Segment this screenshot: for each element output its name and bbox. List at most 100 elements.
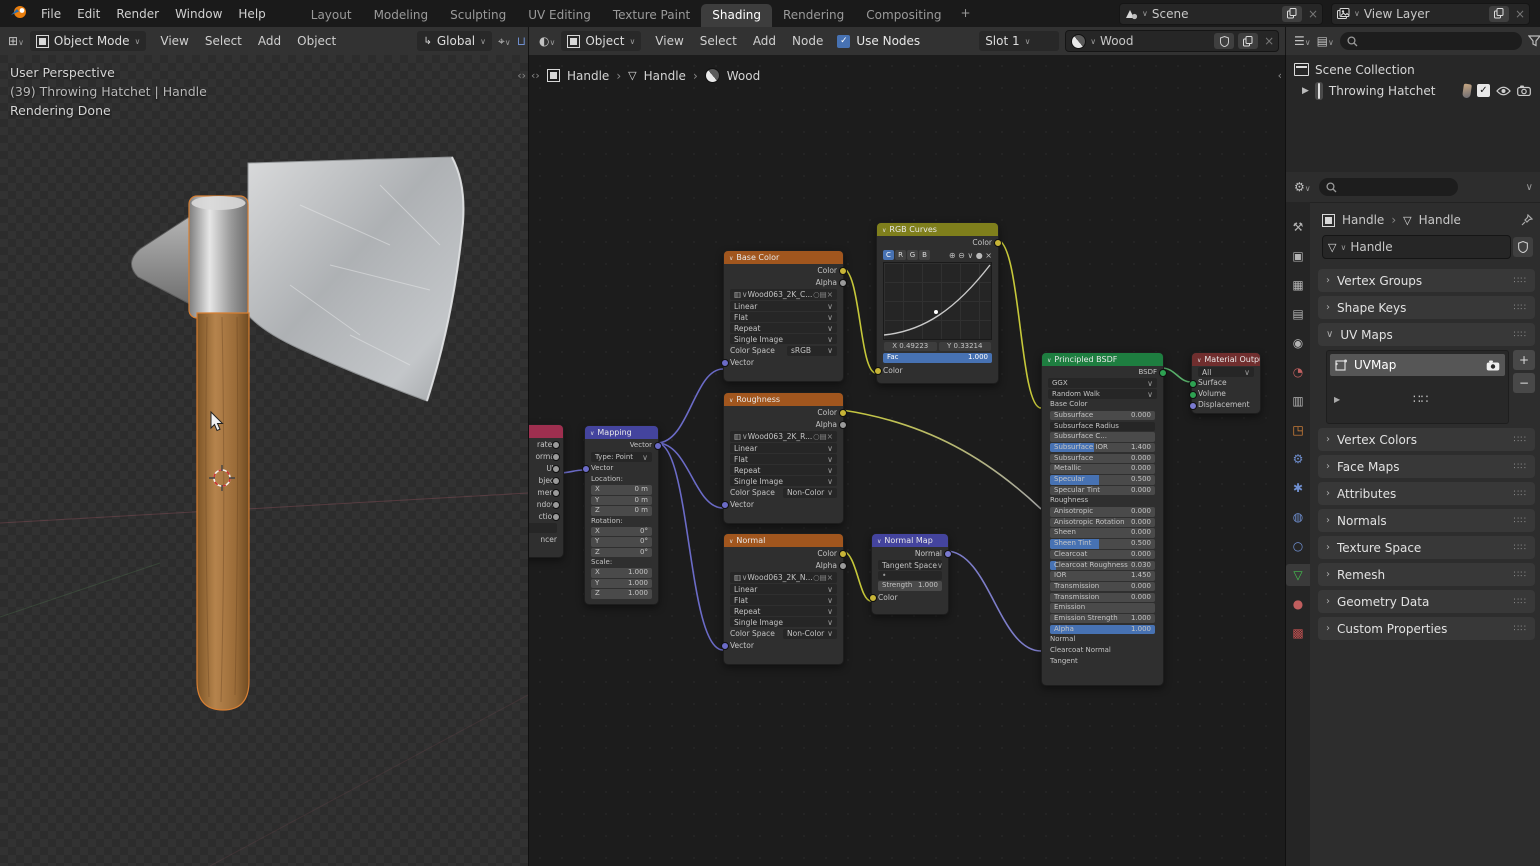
image-option-dropdown[interactable]: Single Image∨: [730, 334, 837, 344]
properties-panel[interactable]: ›Geometry Data∷∷: [1318, 590, 1535, 613]
mode-dropdown[interactable]: Object Mode∨: [30, 31, 146, 51]
properties-tab[interactable]: ⚒: [1286, 216, 1310, 238]
node-image-texture-normal[interactable]: ∨Normal Color Alpha ▥∨ Wood063_2K_N... ○…: [723, 533, 844, 665]
material-name[interactable]: Wood: [1100, 34, 1210, 48]
curve-tools-icons[interactable]: ⊕ ⊖ ∨ ● ×: [949, 250, 992, 261]
editor-type-3dviewport-icon[interactable]: ⊞∨: [8, 34, 24, 48]
blender-logo-icon[interactable]: [10, 5, 27, 22]
mapping-type-dropdown[interactable]: Type: Point∨: [591, 452, 652, 462]
properties-tab[interactable]: ✱: [1286, 477, 1310, 499]
location-field[interactable]: Z0 m: [591, 506, 652, 516]
properties-panel-uv-maps[interactable]: ∨UV Maps∷∷: [1318, 323, 1535, 346]
bsdf-input-row[interactable]: Clearcoat0.000: [1050, 550, 1155, 560]
properties-tab[interactable]: ◉: [1286, 332, 1310, 354]
output-input-row[interactable]: Surface: [1198, 378, 1254, 388]
fake-user-shield-button[interactable]: [1513, 237, 1533, 257]
rotation-field[interactable]: Z0°: [591, 548, 652, 558]
collection-name[interactable]: Throwing Hatchet: [1329, 84, 1457, 98]
node-principled-bsdf[interactable]: ∨Principled BSDF BSDF GGX∨ Random Walk∨ …: [1041, 352, 1164, 686]
properties-tab[interactable]: ◳: [1286, 419, 1310, 441]
area-corner-handle[interactable]: ‹›: [531, 69, 540, 82]
node-normal-map[interactable]: ∨Normal Map Normal Tangent Space∨ • Stre…: [871, 533, 949, 615]
properties-panel[interactable]: ›Texture Space∷∷: [1318, 536, 1535, 559]
hide-eye-icon[interactable]: [1496, 86, 1511, 96]
uv-map-item[interactable]: UVMap: [1330, 354, 1505, 376]
mesh-datablock[interactable]: ▽ ∨ Handle: [1322, 235, 1511, 259]
topbar-menu[interactable]: Edit: [69, 7, 108, 21]
properties-tab[interactable]: ▣: [1286, 245, 1310, 267]
workspace-tab[interactable]: Modeling: [363, 4, 440, 27]
color-output[interactable]: Color: [730, 548, 837, 559]
use-nodes-checkbox[interactable]: ✓: [837, 35, 850, 48]
color-space-dropdown[interactable]: Non-Color∨: [783, 629, 837, 639]
material-copy-button[interactable]: [1238, 33, 1258, 49]
editor-type-properties-icon[interactable]: ⚙∨: [1294, 180, 1311, 194]
target-dropdown[interactable]: All∨: [1198, 367, 1254, 377]
bsdf-input-row[interactable]: Subsurface C...: [1050, 432, 1155, 442]
image-option-dropdown[interactable]: Linear∨: [730, 301, 837, 311]
rotation-field[interactable]: Y0°: [591, 537, 652, 547]
properties-panel[interactable]: ›Shape Keys∷∷: [1318, 296, 1535, 319]
bsdf-input-row[interactable]: Subsurface0.000: [1050, 411, 1155, 421]
outliner-display-dropdown[interactable]: ▤∨: [1317, 34, 1334, 48]
bsdf-input-row[interactable]: Specular0.500: [1050, 475, 1155, 485]
properties-tab[interactable]: ▦: [1286, 274, 1310, 296]
properties-tab[interactable]: ◍: [1286, 506, 1310, 528]
channel-button[interactable]: R: [895, 250, 906, 260]
properties-panel[interactable]: ›Normals∷∷: [1318, 509, 1535, 532]
exclude-checkbox[interactable]: ✓: [1477, 84, 1490, 97]
node-rgb-curves[interactable]: ∨RGB Curves Color CRGB ⊕ ⊖ ∨ ● × X 0.492…: [876, 222, 999, 384]
node-output[interactable]: ormal: [528, 451, 557, 462]
bsdf-input-row[interactable]: Roughness: [1050, 496, 1155, 506]
properties-tab[interactable]: ▽: [1286, 564, 1310, 586]
image-option-dropdown[interactable]: Flat∨: [730, 312, 837, 322]
workspace-tab[interactable]: Shading: [701, 4, 772, 27]
sss-method-dropdown[interactable]: Random Walk∨: [1048, 389, 1157, 399]
strength-slider[interactable]: Strength 1.000: [878, 581, 942, 591]
bsdf-input-row[interactable]: Normal: [1050, 635, 1155, 645]
bsdf-output[interactable]: BSDF: [1048, 367, 1157, 377]
view-layer-name[interactable]: View Layer: [1364, 7, 1485, 21]
point-x-field[interactable]: X 0.49223: [884, 342, 937, 351]
breadcrumb-object[interactable]: Handle: [567, 69, 609, 83]
scene-unlink-button[interactable]: ×: [1306, 7, 1320, 21]
scale-field[interactable]: Z1.000: [591, 589, 652, 599]
curve-widget[interactable]: [883, 262, 992, 340]
properties-tab[interactable]: ▩: [1286, 622, 1310, 644]
bsdf-input-row[interactable]: Sheen Tint0.500: [1050, 539, 1155, 549]
breadcrumb-data[interactable]: Handle: [644, 69, 686, 83]
shader-menu[interactable]: Select: [692, 34, 745, 48]
channel-button[interactable]: B: [919, 250, 930, 260]
properties-tab[interactable]: ⚙: [1286, 448, 1310, 470]
active-render-camera-icon[interactable]: [1486, 360, 1500, 371]
alpha-output[interactable]: Alpha: [730, 277, 837, 288]
vector-input[interactable]: Vector: [730, 357, 837, 368]
view-layer-copy-button[interactable]: [1489, 6, 1509, 22]
image-option-dropdown[interactable]: Linear∨: [730, 443, 837, 453]
material-unlink-button[interactable]: ×: [1262, 34, 1276, 48]
properties-panel[interactable]: ›Custom Properties∷∷: [1318, 617, 1535, 640]
bsdf-input-row[interactable]: Tangent: [1050, 657, 1155, 667]
scene-selector[interactable]: ∨ Scene ×: [1119, 3, 1323, 25]
point-y-field[interactable]: Y 0.33214: [939, 342, 992, 351]
fac-slider[interactable]: Fac 1.000: [883, 353, 992, 363]
bsdf-input-row[interactable]: Emission: [1050, 603, 1155, 613]
viewport-menu[interactable]: Select: [197, 34, 250, 48]
node-material-output[interactable]: ∨Material Output All∨ SurfaceVolumeDispl…: [1191, 352, 1261, 414]
transform-orientation-dropdown[interactable]: ↳ Global∨: [417, 31, 492, 51]
workspace-tab[interactable]: Sculpting: [439, 4, 517, 27]
image-option-dropdown[interactable]: Flat∨: [730, 454, 837, 464]
scene-name[interactable]: Scene: [1152, 7, 1278, 21]
topbar-menu[interactable]: Window: [167, 7, 230, 21]
node-output[interactable]: bject: [528, 475, 557, 486]
channel-button[interactable]: C: [883, 250, 894, 260]
bsdf-input-row[interactable]: IOR1.450: [1050, 571, 1155, 581]
outliner-scene-collection[interactable]: Scene Collection: [1286, 59, 1540, 80]
mesh-name[interactable]: Handle: [1350, 240, 1508, 254]
normal-output[interactable]: Normal: [878, 548, 942, 559]
workspace-tab[interactable]: UV Editing: [517, 4, 602, 27]
fake-user-shield-button[interactable]: [1214, 33, 1234, 49]
color-output[interactable]: Color: [883, 237, 992, 248]
image-option-dropdown[interactable]: Single Image∨: [730, 476, 837, 486]
bsdf-input-row[interactable]: Anisotropic Rotation0.000: [1050, 518, 1155, 528]
